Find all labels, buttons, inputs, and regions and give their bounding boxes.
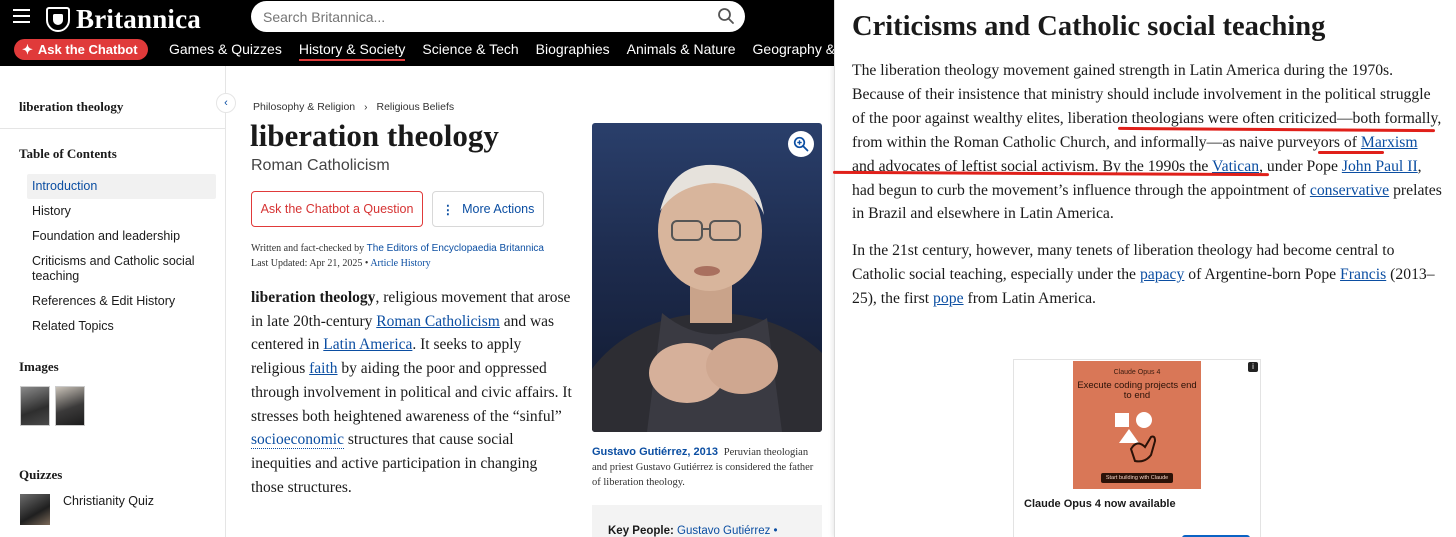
defined-term: liberation theology bbox=[251, 289, 376, 306]
link-faith[interactable]: faith bbox=[309, 360, 337, 377]
link-francis[interactable]: Francis bbox=[1340, 266, 1386, 283]
last-updated: Last Updated: Apr 21, 2025 bbox=[251, 258, 363, 269]
search-input[interactable] bbox=[263, 6, 703, 27]
article-history-link[interactable]: Article History bbox=[370, 258, 430, 269]
ad-brand: Claude Opus 4 bbox=[1113, 369, 1161, 376]
hero-image[interactable] bbox=[592, 123, 822, 432]
images-heading: Images bbox=[19, 359, 59, 374]
logo-text: Britannica bbox=[76, 4, 202, 34]
chevron-right-icon: › bbox=[364, 101, 368, 113]
byline-author-link[interactable]: The Editors of Encyclopaedia Britannica bbox=[367, 243, 544, 254]
ad-tagline: Execute coding projects end to end bbox=[1077, 380, 1197, 401]
link-papacy[interactable]: papacy bbox=[1140, 266, 1184, 283]
link-conservative[interactable]: conservative bbox=[1310, 182, 1389, 199]
ad-title[interactable]: Claude Opus 4 now available bbox=[1024, 498, 1176, 510]
link-socioeconomic[interactable]: socioeconomic bbox=[251, 431, 344, 450]
page-subtitle[interactable]: Roman Catholicism bbox=[251, 157, 390, 175]
link-marxism[interactable]: Marxism bbox=[1361, 134, 1418, 151]
caption-title-link[interactable]: Gustavo Gutiérrez, 2013 bbox=[592, 446, 718, 458]
toc-item-foundation[interactable]: Foundation and leadership bbox=[27, 224, 216, 249]
section-paragraph-2: In the 21st century, however, many tenet… bbox=[852, 239, 1444, 311]
toc-item-criticisms[interactable]: Criticisms and Catholic social teaching bbox=[27, 249, 216, 289]
annotation-underline bbox=[1318, 151, 1384, 154]
advertisement[interactable]: i Claude Opus 4 Execute coding projects … bbox=[1013, 359, 1261, 537]
ask-chatbot-label: Ask the Chatbot bbox=[37, 42, 138, 57]
menu-icon[interactable] bbox=[13, 9, 30, 23]
quiz-label[interactable]: Christianity Quiz bbox=[63, 494, 154, 508]
more-vertical-icon: ⋮ bbox=[441, 202, 455, 217]
body-text: of Argentine-born Pope bbox=[1184, 265, 1341, 283]
magnifier-plus-glyph bbox=[793, 136, 809, 152]
body-text: from Latin America. bbox=[963, 289, 1096, 307]
thistle-logo-icon bbox=[46, 7, 70, 32]
key-people-label: Key People: bbox=[608, 525, 674, 537]
sidebar-divider bbox=[0, 128, 225, 129]
more-actions-button[interactable]: ⋮ More Actions bbox=[432, 191, 544, 227]
category-nav: Games & Quizzes History & Society Scienc… bbox=[169, 41, 834, 61]
body-text: The liberation theology movement gained … bbox=[852, 62, 1442, 151]
sidebar-topic-title: liberation theology bbox=[19, 99, 124, 114]
toc-item-references[interactable]: References & Edit History bbox=[27, 289, 216, 314]
byline-prefix: Written and fact-checked by bbox=[251, 243, 365, 254]
article-sidebar: liberation theology ‹ Table of Contents … bbox=[0, 66, 236, 537]
ask-chatbot-button[interactable]: ✦ Ask the Chatbot bbox=[14, 39, 148, 60]
toc-item-history[interactable]: History bbox=[27, 199, 216, 224]
link-latin-america[interactable]: Latin America bbox=[323, 336, 412, 353]
toc-item-related-topics[interactable]: Related Topics bbox=[27, 314, 216, 339]
nav-geography-travel[interactable]: Geography & Travel bbox=[753, 41, 834, 61]
quiz-thumbnail[interactable] bbox=[20, 494, 50, 525]
sparkle-icon: ✦ bbox=[22, 41, 33, 57]
search-bar[interactable] bbox=[251, 1, 745, 32]
nav-animals-nature[interactable]: Animals & Nature bbox=[627, 41, 736, 61]
body-text: , under Pope bbox=[1259, 157, 1342, 175]
zoom-in-icon[interactable] bbox=[788, 131, 814, 157]
nav-science-tech[interactable]: Science & Tech bbox=[422, 41, 518, 61]
search-icon[interactable] bbox=[717, 7, 735, 25]
britannica-logo[interactable]: Britannica bbox=[46, 4, 201, 35]
top-navigation-bar: Britannica ✦ Ask the Chatbot Games & Qui… bbox=[0, 0, 834, 66]
breadcrumb-item[interactable]: Philosophy & Religion bbox=[253, 101, 355, 113]
nav-games-quizzes[interactable]: Games & Quizzes bbox=[169, 41, 282, 61]
more-actions-label: More Actions bbox=[462, 202, 535, 216]
image-thumbnail[interactable] bbox=[55, 386, 85, 426]
section-heading: Criticisms and Catholic social teaching bbox=[852, 11, 1326, 42]
image-thumbnail[interactable] bbox=[20, 386, 50, 426]
shapes-hand-icon bbox=[1115, 412, 1157, 463]
ad-info-icon[interactable]: i bbox=[1248, 362, 1258, 372]
byline: Written and fact-checked by The Editors … bbox=[251, 243, 544, 269]
ad-cta-button[interactable]: Start building with Claude bbox=[1101, 473, 1173, 483]
section-paragraph-1: The liberation theology movement gained … bbox=[852, 59, 1444, 226]
chevron-left-icon[interactable]: ‹ bbox=[216, 93, 236, 113]
breadcrumb-item[interactable]: Religious Beliefs bbox=[377, 101, 455, 113]
link-pope[interactable]: pope bbox=[933, 290, 964, 307]
link-john-paul-ii[interactable]: John Paul II bbox=[1342, 158, 1418, 175]
quizzes-heading: Quizzes bbox=[19, 467, 63, 482]
nav-biographies[interactable]: Biographies bbox=[536, 41, 610, 61]
toc-heading: Table of Contents bbox=[19, 146, 117, 161]
toc-item-introduction[interactable]: Introduction bbox=[27, 174, 216, 199]
key-people-link[interactable]: Gustavo Gutiérrez • bbox=[677, 525, 778, 537]
nav-history-society[interactable]: History & Society bbox=[298, 41, 406, 61]
article-intro: liberation theology, religious movement … bbox=[251, 286, 573, 499]
portrait-illustration bbox=[592, 164, 822, 432]
breadcrumb: Philosophy & Religion › Religious Belief… bbox=[253, 101, 454, 113]
image-caption: Gustavo Gutiérrez, 2013 Peruvian theolog… bbox=[592, 445, 822, 490]
link-roman-catholicism[interactable]: Roman Catholicism bbox=[376, 313, 500, 330]
quiz-item[interactable]: Christianity Quiz bbox=[20, 494, 154, 525]
ad-creative[interactable]: Claude Opus 4 Execute coding projects en… bbox=[1073, 361, 1201, 489]
image-thumbnails bbox=[20, 386, 85, 426]
page-title: liberation theology bbox=[250, 118, 499, 153]
ask-chatbot-question-button[interactable]: Ask the Chatbot a Question bbox=[251, 191, 423, 227]
key-people-box: Key People: Gustavo Gutiérrez • bbox=[592, 505, 822, 537]
table-of-contents: Introduction History Foundation and lead… bbox=[27, 174, 216, 339]
